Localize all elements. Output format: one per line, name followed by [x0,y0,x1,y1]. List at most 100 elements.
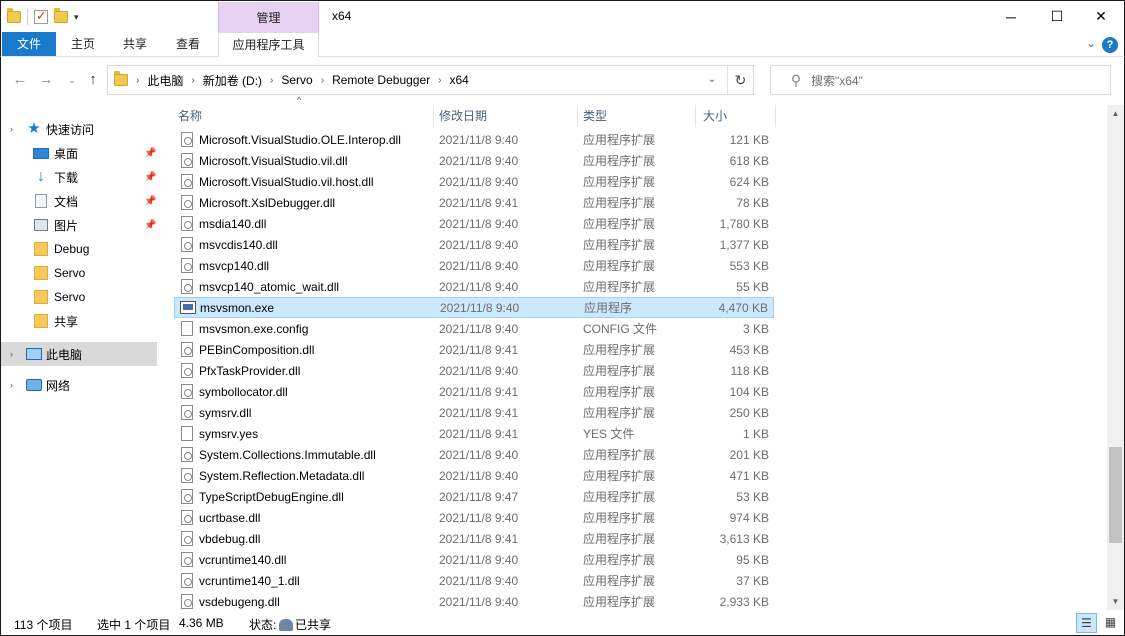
file-name[interactable]: Microsoft.VisualStudio.vil.host.dll [199,175,374,189]
nav-folder-servo[interactable]: Servo [1,261,157,285]
expand-caret-icon[interactable]: › [10,349,13,359]
file-row[interactable]: msvsmon.exe.config 2021/11/8 9:40 CONFIG 文… [174,318,774,339]
file-row[interactable]: vcruntime140.dll 2021/11/8 9:40 应用程序扩展 95 K… [174,549,774,570]
file-name[interactable]: Microsoft.VisualStudio.vil.dll [199,154,348,168]
crumb-servo[interactable]: Servo [275,73,318,87]
column-header-date[interactable]: 修改日期 [435,105,577,127]
file-name[interactable]: symsrv.dll [199,406,251,420]
column-divider[interactable] [775,105,776,127]
folder-icon[interactable] [7,8,21,23]
file-row[interactable]: symbollocator.dll 2021/11/8 9:41 应用程序扩展 104… [174,381,774,402]
file-name[interactable]: vbdebug.dll [199,532,260,546]
file-row[interactable]: Microsoft.VisualStudio.OLE.Interop.dll 20… [174,129,774,150]
nav-downloads[interactable]: ↓ 下载 📌 [1,165,157,189]
file-name[interactable]: PEBinComposition.dll [199,343,314,357]
minimize-button[interactable]: ─ [988,1,1034,32]
column-divider[interactable] [433,105,434,127]
file-row[interactable]: symsrv.yes 2021/11/8 9:41 YES 文件 1 KB [174,423,774,444]
up-button[interactable]: ↑ [84,69,102,91]
file-name[interactable]: ucrtbase.dll [199,511,260,525]
pin-icon[interactable]: 📌 [144,172,156,183]
help-icon[interactable]: ? [1102,37,1118,53]
column-divider[interactable] [695,105,696,127]
nav-pictures[interactable]: 图片 📌 [1,213,157,237]
scroll-up-icon[interactable]: ▲ [1107,105,1124,122]
file-row[interactable]: msvcp140.dll 2021/11/8 9:40 应用程序扩展 553 KB [174,255,774,276]
file-name[interactable]: msvcp140.dll [199,259,269,273]
file-row[interactable]: vbdebug.dll 2021/11/8 9:41 应用程序扩展 3,613 KB [174,528,774,549]
recent-locations-icon[interactable]: ⌄ [63,69,81,91]
tab-view[interactable]: 查看 [164,32,212,56]
file-name[interactable]: System.Reflection.Metadata.dll [199,469,364,483]
file-row[interactable]: msdia140.dll 2021/11/8 9:40 应用程序扩展 1,780 KB [174,213,774,234]
search-box[interactable]: ⚲ 搜索"x64" [770,65,1111,95]
back-button[interactable]: ← [11,69,29,91]
maximize-button[interactable]: ☐ [1034,1,1080,32]
tab-file[interactable]: 文件 [2,32,56,56]
file-name[interactable]: msvsmon.exe.config [199,322,308,336]
file-row[interactable]: msvcdis140.dll 2021/11/8 9:40 应用程序扩展 1,377 … [174,234,774,255]
nav-folder-debug[interactable]: Debug [1,237,157,261]
pin-icon[interactable]: 📌 [144,196,156,207]
tab-app-tools[interactable]: 应用程序工具 [218,32,319,57]
pin-icon[interactable]: 📌 [144,220,156,231]
file-row[interactable]: System.Collections.Immutable.dll 2021/11/… [174,444,774,465]
file-name[interactable]: symsrv.yes [199,427,258,441]
nav-this-pc[interactable]: › 此电脑 [1,342,157,366]
expand-caret-icon[interactable]: › [10,380,13,390]
chevron-right-icon[interactable]: › [189,75,196,86]
file-name[interactable]: vcruntime140_1.dll [199,574,300,588]
nav-documents[interactable]: 文档 📌 [1,189,157,213]
file-name[interactable]: Microsoft.XslDebugger.dll [199,196,335,210]
close-button[interactable]: ✕ [1078,1,1124,32]
file-row[interactable]: Microsoft.VisualStudio.vil.dll 2021/11/8 … [174,150,774,171]
crumb-drive-d[interactable]: 新加卷 (D:) [197,72,268,89]
context-tab-manage[interactable]: 管理 [218,2,319,33]
forward-button[interactable]: → [37,69,55,91]
column-header-type[interactable]: 类型 [579,105,695,127]
pin-icon[interactable]: 📌 [144,148,156,159]
file-row[interactable]: symsrv.dll 2021/11/8 9:41 应用程序扩展 250 KB [174,402,774,423]
refresh-button[interactable]: ↻ [727,66,753,94]
nav-folder-servo-2[interactable]: Servo [1,285,157,309]
large-icons-view-button[interactable]: ▦ [1100,613,1121,633]
file-name[interactable]: symbollocator.dll [199,385,288,399]
address-history-dropdown[interactable]: ⌄ [700,66,724,94]
file-row[interactable]: msvcp140_atomic_wait.dll 2021/11/8 9:40 应用… [174,276,774,297]
file-name[interactable]: msvsmon.exe [200,301,274,315]
file-row[interactable]: Microsoft.XslDebugger.dll 2021/11/8 9:41 应… [174,192,774,213]
nav-network[interactable]: › 网络 [1,373,157,397]
tab-share[interactable]: 共享 [111,32,159,56]
chevron-right-icon[interactable]: › [436,75,443,86]
file-name[interactable]: msdia140.dll [199,217,266,231]
file-name[interactable]: vsdebugeng.dll [199,595,280,609]
customize-dropdown-icon[interactable]: ▾ [74,12,79,23]
column-header-name[interactable]: 名称 [174,105,433,127]
file-row[interactable]: System.Reflection.Metadata.dll 2021/11/8 … [174,465,774,486]
new-folder-icon[interactable] [54,8,68,23]
file-row[interactable]: PfxTaskProvider.dll 2021/11/8 9:40 应用程序扩展 1… [174,360,774,381]
expand-caret-icon[interactable]: › [10,124,13,134]
file-row[interactable]: Microsoft.VisualStudio.vil.host.dll 2021/… [174,171,774,192]
crumb-x64[interactable]: x64 [443,73,474,87]
file-row[interactable]: vcruntime140_1.dll 2021/11/8 9:40 应用程序扩展 37… [174,570,774,591]
scrollbar-thumb[interactable] [1109,447,1122,543]
file-name[interactable]: PfxTaskProvider.dll [199,364,300,378]
crumb-remote-debugger[interactable]: Remote Debugger [326,73,436,87]
details-view-button[interactable]: ☰ [1076,613,1097,633]
tab-home[interactable]: 主页 [59,32,107,56]
nav-quick-access[interactable]: › ★ 快速访问 [1,117,157,141]
vertical-scrollbar[interactable]: ▲ ▼ [1107,105,1124,610]
crumb-this-pc[interactable]: 此电脑 [141,72,189,89]
file-name[interactable]: TypeScriptDebugEngine.dll [199,490,344,504]
file-name[interactable]: vcruntime140.dll [199,553,286,567]
file-row[interactable]: ucrtbase.dll 2021/11/8 9:40 应用程序扩展 974 KB [174,507,774,528]
file-name[interactable]: msvcdis140.dll [199,238,278,252]
search-input[interactable]: 搜索"x64" [811,72,863,89]
file-name[interactable]: System.Collections.Immutable.dll [199,448,376,462]
column-divider[interactable] [577,105,578,127]
file-row[interactable]: PEBinComposition.dll 2021/11/8 9:41 应用程序扩展… [174,339,774,360]
column-header-size[interactable]: 大小 [699,105,774,127]
address-bar[interactable]: › 此电脑 › 新加卷 (D:) › Servo › Remote Debugg… [107,65,754,95]
chevron-right-icon[interactable]: › [268,75,275,86]
